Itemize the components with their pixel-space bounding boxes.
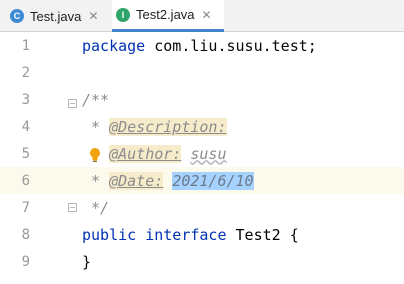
code-line-current: 6 * @Date: 2021/6/10 xyxy=(0,167,404,194)
line-number: 9 xyxy=(21,253,30,270)
code-line: 7 */ xyxy=(0,194,404,221)
javadoc-tag: @Date: xyxy=(109,171,164,190)
close-icon[interactable]: ✕ xyxy=(88,9,98,23)
code-text: * @Author: susu xyxy=(82,144,227,163)
keyword: public xyxy=(82,225,137,244)
tab-test-java[interactable]: C Test.java ✕ xyxy=(10,0,112,32)
line-number: 5 xyxy=(21,145,30,162)
comment-prefix: * xyxy=(82,171,110,190)
close-brace: } xyxy=(82,252,92,271)
line-number: 7 xyxy=(21,199,30,216)
fold-icon[interactable] xyxy=(68,203,77,212)
code-text: public interface Test2 { xyxy=(82,226,299,244)
close-icon[interactable]: ✕ xyxy=(202,8,212,22)
comment-close: */ xyxy=(82,198,110,217)
java-class-icon: C xyxy=(10,9,24,23)
tab-test2-java[interactable]: I Test2.java ✕ xyxy=(112,0,224,32)
fold-icon[interactable] xyxy=(68,99,77,108)
line-number: 3 xyxy=(21,91,30,108)
code-line: 8 public interface Test2 { xyxy=(0,221,404,248)
code-line: 2 xyxy=(0,59,404,86)
tab-label: Test.java xyxy=(30,8,82,24)
lightbulb-icon[interactable] xyxy=(88,147,102,163)
javadoc-tag: @Author: xyxy=(109,144,182,163)
interface-name: Test2 xyxy=(235,225,281,244)
keyword: interface xyxy=(145,225,227,244)
code-line: 1 package com.liu.susu.test; xyxy=(0,32,404,59)
editor-tab-bar: C Test.java ✕ I Test2.java ✕ xyxy=(0,0,404,32)
code-text: * @Date: 2021/6/10 xyxy=(82,171,254,190)
code-line: 5 * @Author: susu xyxy=(0,140,404,167)
line-number: 4 xyxy=(21,118,30,135)
comment-prefix: * xyxy=(82,117,110,136)
open-brace: { xyxy=(289,225,299,244)
code-line: 4 * @Description: xyxy=(0,113,404,140)
code-editor[interactable]: 1 package com.liu.susu.test; 2 3 /** 4 *… xyxy=(0,32,404,284)
javadoc-tag: @Description: xyxy=(109,117,227,136)
package-name: com.liu.susu.test; xyxy=(154,36,317,55)
keyword: package xyxy=(82,36,146,55)
code-line: 9 } xyxy=(0,248,404,275)
line-number: 1 xyxy=(21,37,30,54)
java-interface-icon: I xyxy=(116,7,130,22)
tab-label: Test2.java xyxy=(136,7,195,22)
code-line: 3 /** xyxy=(0,86,404,113)
line-number: 8 xyxy=(21,226,30,243)
selected-date-text[interactable]: 2021/6/10 xyxy=(172,171,254,190)
line-number: 6 xyxy=(21,172,30,189)
code-text: package com.liu.susu.test; xyxy=(82,37,317,55)
comment-open: /** xyxy=(82,90,110,109)
line-number: 2 xyxy=(21,64,30,81)
code-text: * @Description: xyxy=(82,117,227,136)
javadoc-value: susu xyxy=(190,144,227,163)
